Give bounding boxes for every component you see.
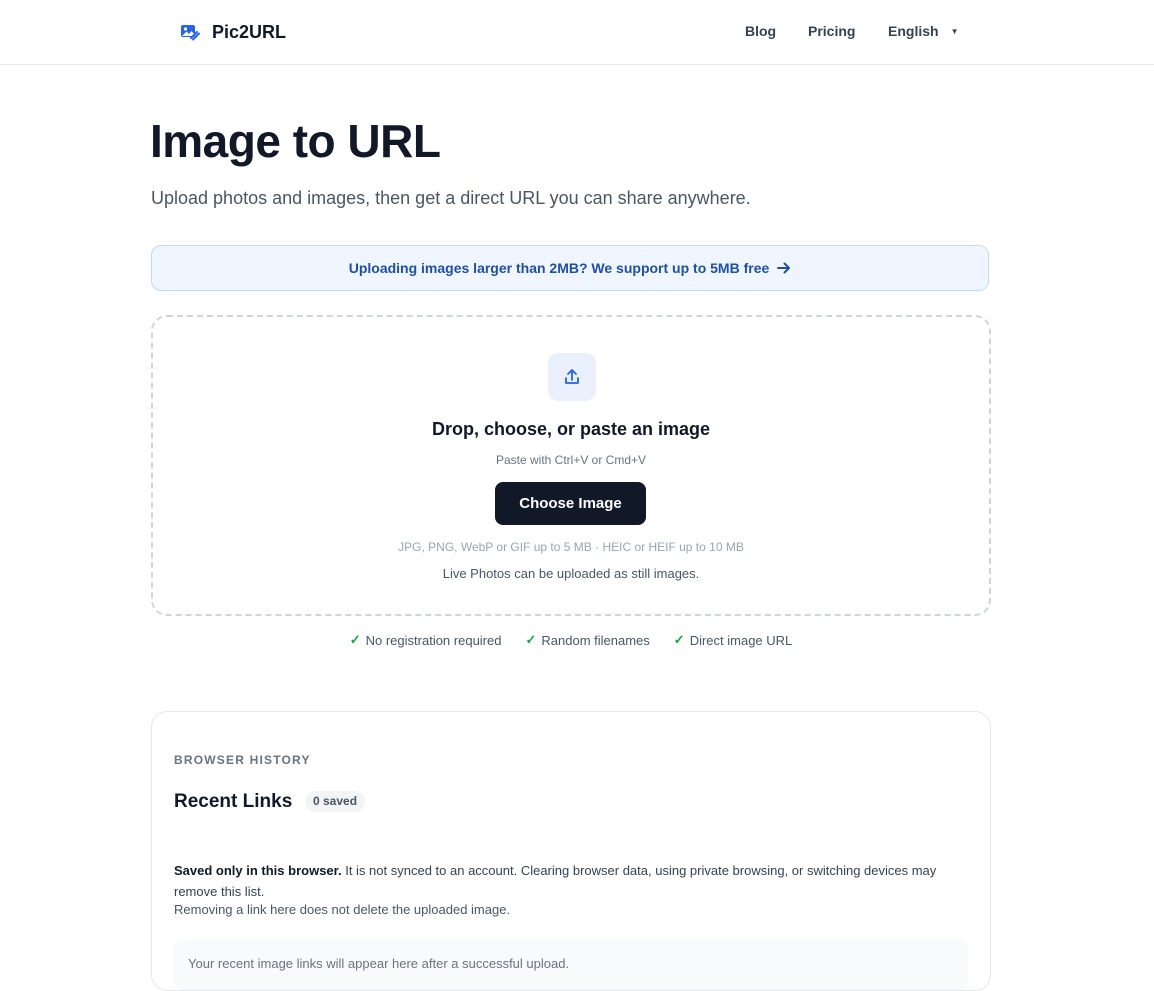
- caret-down-icon: ▼: [950, 26, 959, 36]
- upload-icon-box: [548, 353, 596, 401]
- feature-list: ✓ No registration required ✓ Random file…: [0, 632, 1142, 648]
- history-storage-note: Saved only in this browser. It is not sy…: [174, 860, 964, 902]
- image-logo-icon: [181, 25, 200, 41]
- supported-formats: JPG, PNG, WebP or GIF up to 5 MB · HEIC …: [398, 540, 744, 554]
- history-delete-note: Removing a link here does not delete the…: [174, 902, 511, 917]
- choose-image-button[interactable]: Choose Image: [495, 482, 646, 525]
- feature-item: ✓ Direct image URL: [674, 632, 793, 648]
- history-title: Recent Links: [174, 791, 293, 812]
- dropzone-title: Drop, choose, or paste an image: [431, 419, 711, 439]
- browser-history-card: BROWSER HISTORY Recent Links 0 saved Sav…: [151, 711, 991, 991]
- check-icon: ✓: [525, 632, 537, 647]
- upload-icon: [565, 369, 579, 384]
- nav-pricing-link[interactable]: Pricing: [808, 23, 855, 39]
- history-note-bold: Saved only in this browser.: [174, 863, 342, 878]
- brand-name: Pic2URL: [212, 21, 287, 42]
- saved-count-badge: 0 saved: [305, 791, 366, 812]
- feature-label: No registration required: [365, 632, 502, 648]
- language-selector[interactable]: English ▼: [888, 23, 958, 39]
- banner-text: Uploading images larger than 2MB? We sup…: [348, 260, 770, 276]
- empty-state-text: Your recent image links will appear here…: [188, 956, 570, 971]
- feature-item: ✓ Random filenames: [525, 632, 649, 648]
- upgrade-banner-link[interactable]: Uploading images larger than 2MB? We sup…: [151, 245, 989, 291]
- check-icon: ✓: [349, 632, 361, 647]
- history-section-label: BROWSER HISTORY: [174, 753, 311, 767]
- page-subtitle: Upload photos and images, then get a dir…: [151, 188, 751, 208]
- nav-blog-link[interactable]: Blog: [745, 23, 776, 39]
- upload-dropzone[interactable]: Drop, choose, or paste an image Paste wi…: [151, 315, 991, 616]
- arrow-right-icon: [777, 262, 791, 274]
- history-empty-state: Your recent image links will appear here…: [174, 940, 968, 990]
- brand-logo[interactable]: Pic2URL: [178, 20, 286, 44]
- top-navbar: Pic2URL Blog Pricing English ▼: [0, 0, 1154, 65]
- check-icon: ✓: [673, 632, 685, 647]
- language-label: English: [888, 23, 939, 39]
- feature-item: ✓ No registration required: [350, 632, 502, 648]
- live-photos-note: Live Photos can be uploaded as still ima…: [442, 566, 700, 581]
- feature-label: Random filenames: [541, 632, 650, 648]
- feature-label: Direct image URL: [689, 632, 793, 648]
- page-title: Image to URL: [150, 115, 441, 167]
- paste-hint: Paste with Ctrl+V or Cmd+V: [495, 453, 647, 467]
